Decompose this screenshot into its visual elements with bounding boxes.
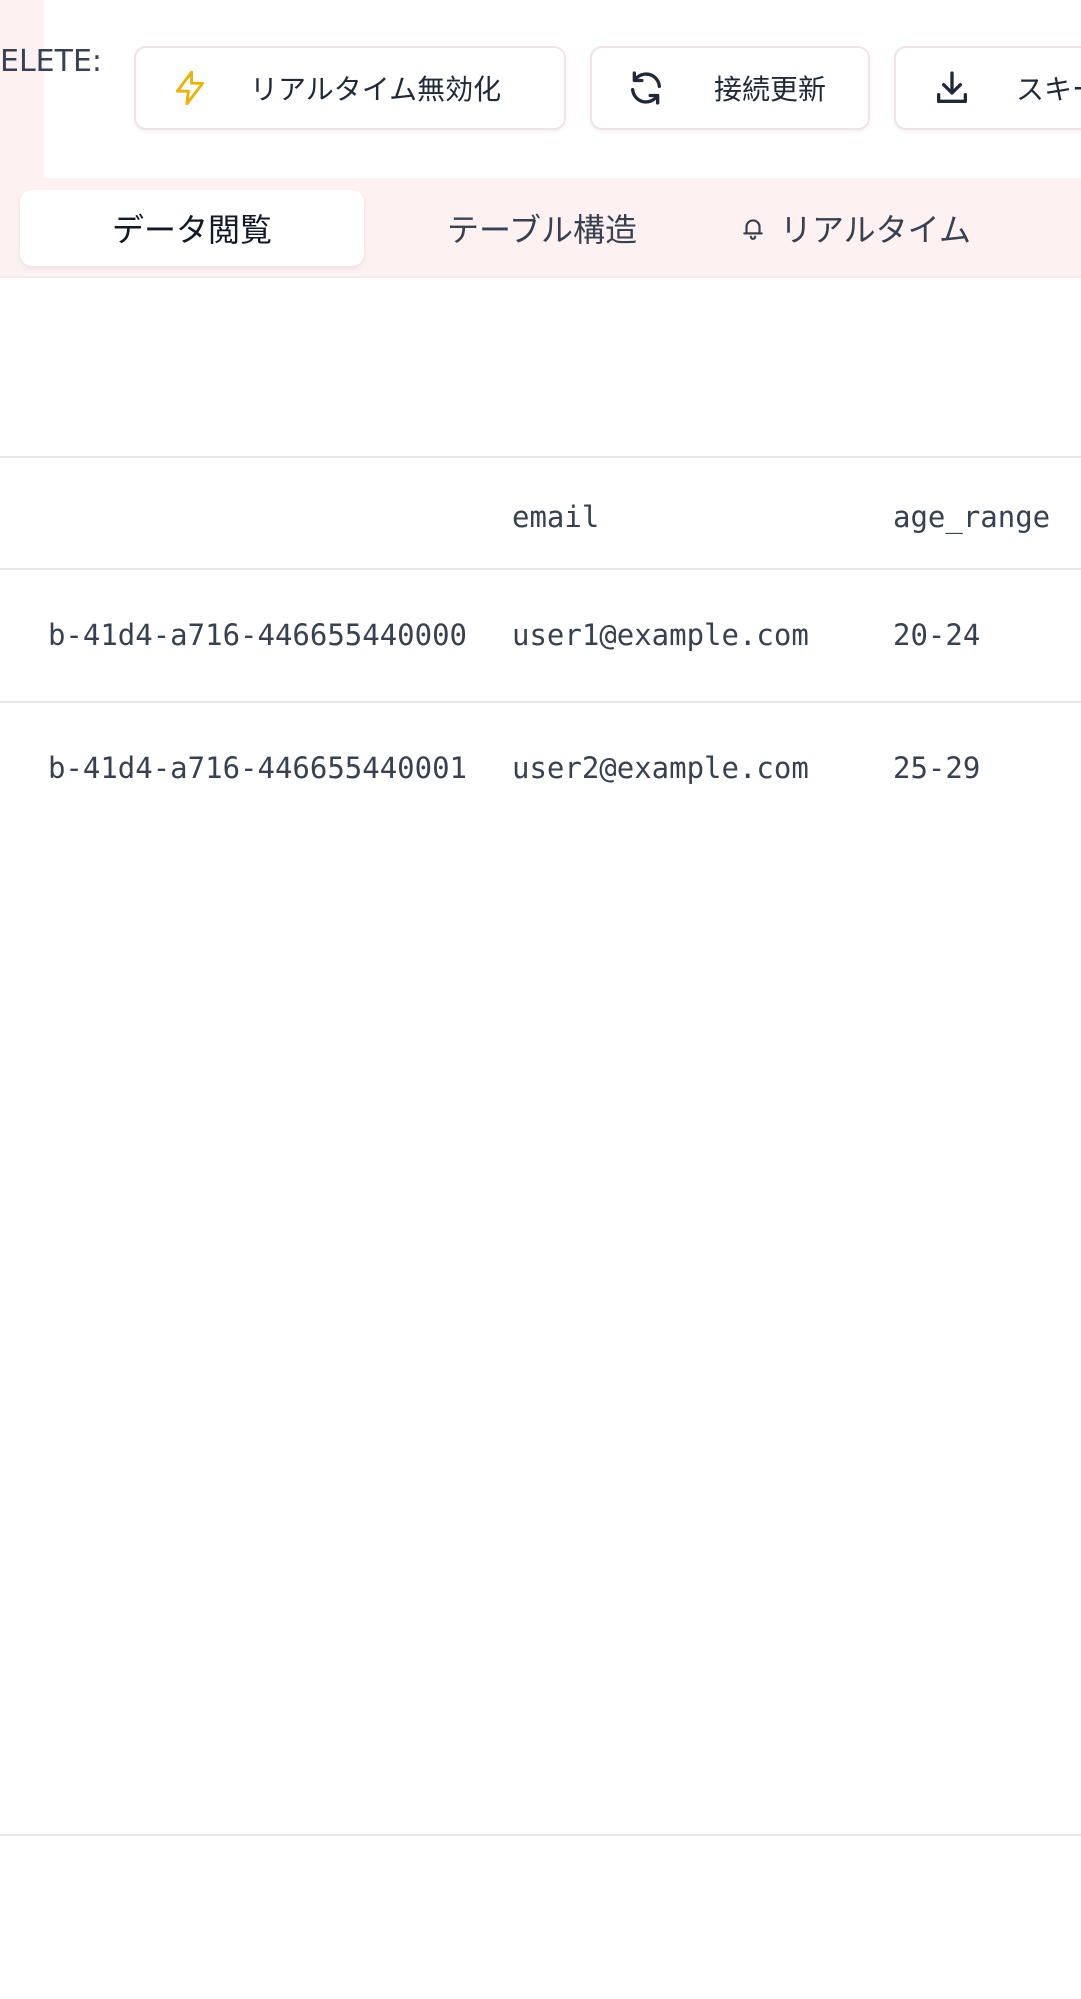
disable-realtime-button[interactable]: リアルタイム無効化 xyxy=(134,46,566,130)
export-schema-button[interactable]: スキー xyxy=(894,46,1081,130)
bell-icon xyxy=(740,214,766,242)
download-icon xyxy=(932,68,972,108)
export-schema-label: スキー xyxy=(1016,73,1081,106)
refresh-icon xyxy=(626,68,666,108)
toolbar-left-panel xyxy=(0,0,44,178)
refresh-connection-label: 接続更新 xyxy=(714,73,827,106)
cell-id: b-41d4-a716-446655440001 xyxy=(47,751,467,785)
table-row[interactable]: b-41d4-a716-446655440001 user2@example.c… xyxy=(0,703,1081,836)
cell-email: user1@example.com xyxy=(512,618,809,652)
column-header-email[interactable]: email xyxy=(512,500,599,534)
column-header-age-range[interactable]: age_range xyxy=(893,500,1050,534)
footer-divider xyxy=(0,1834,1081,1836)
cell-email: user2@example.com xyxy=(512,751,809,785)
table-row[interactable]: b-41d4-a716-446655440000 user1@example.c… xyxy=(0,570,1081,703)
toolbar: ELETE: リアルタイム無効化 接続更新 スキ xyxy=(0,0,1081,178)
tab-data-browse[interactable]: データ閲覧 xyxy=(20,190,364,266)
view-tabs: データ閲覧 テーブル構造 リアルタイム xyxy=(0,178,1081,278)
delete-label: ELETE: xyxy=(0,44,103,79)
tab-table-structure-label: テーブル構造 xyxy=(446,211,638,249)
page: ELETE: リアルタイム無効化 接続更新 スキ データ閲覧 テーブル構造 リア… xyxy=(0,0,1081,1999)
cell-age-range: 20-24 xyxy=(893,618,981,652)
table-header-row: email age_range xyxy=(0,456,1081,570)
disable-realtime-label: リアルタイム無効化 xyxy=(250,73,502,106)
tab-realtime-label: リアルタイム xyxy=(780,211,972,249)
tab-table-structure[interactable]: テーブル構造 xyxy=(392,190,692,266)
cell-id: b-41d4-a716-446655440000 xyxy=(47,618,467,652)
tab-data-browse-label: データ閲覧 xyxy=(111,211,272,249)
cell-age-range: 25-29 xyxy=(893,751,981,785)
tab-realtime[interactable]: リアルタイム xyxy=(740,190,1080,266)
bolt-icon xyxy=(170,68,210,108)
refresh-connection-button[interactable]: 接続更新 xyxy=(590,46,870,130)
